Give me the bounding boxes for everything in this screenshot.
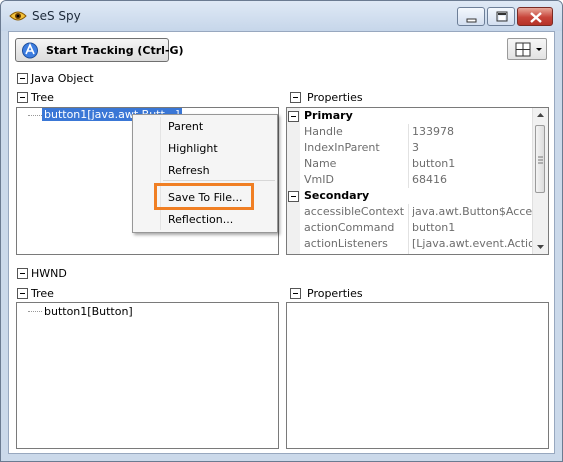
property-row[interactable]: Handle 133978 — [287, 124, 533, 140]
close-icon — [530, 12, 542, 23]
ses-spy-window: SeS Spy Start Tracking (Ctrl-G) Java Obj… — [0, 0, 563, 462]
java-tree-label: Tree — [31, 91, 54, 104]
java-properties-grid: Primary Handle 133978 IndexInParent 3 Na… — [286, 107, 549, 255]
java-object-group-label: Java Object — [31, 72, 94, 85]
window-title: SeS Spy — [32, 9, 81, 23]
hwnd-tree-panel[interactable]: button1[Button] — [16, 302, 279, 449]
scrollbar-thumb[interactable] — [535, 125, 545, 193]
menu-item-parent[interactable]: Parent — [168, 120, 203, 133]
property-row[interactable]: Name button1 — [287, 156, 533, 172]
property-row[interactable]: actionListeners [Ljava.awt.event.ActionL — [287, 236, 533, 252]
hwnd-collapse-toggle[interactable] — [17, 268, 28, 279]
client-area: Start Tracking (Ctrl-G) Java Object Tree… — [8, 31, 555, 454]
hwnd-properties-collapse-toggle[interactable] — [290, 288, 301, 299]
property-row[interactable]: VmID 68416 — [287, 172, 533, 188]
java-properties-collapse-toggle[interactable] — [290, 92, 301, 103]
category-primary[interactable]: Primary — [287, 108, 533, 124]
property-row[interactable]: actionCommand button1 — [287, 220, 533, 236]
title-bar: SeS Spy — [1, 1, 562, 31]
chevron-down-icon — [536, 48, 542, 51]
category-primary-label: Primary — [304, 109, 353, 122]
java-tree-collapse-toggle[interactable] — [17, 92, 28, 103]
start-tracking-button[interactable]: Start Tracking (Ctrl-G) — [15, 38, 184, 62]
hwnd-tree-label: Tree — [31, 287, 54, 300]
tree-connector — [28, 311, 42, 313]
properties-scrollbar[interactable] — [532, 108, 548, 254]
category-secondary[interactable]: Secondary — [287, 188, 533, 204]
menu-item-reflection[interactable]: Reflection... — [168, 213, 233, 226]
eye-icon — [9, 11, 27, 21]
property-row[interactable]: accessibleContext java.awt.Button$Access… — [287, 204, 533, 220]
hwnd-properties-label: Properties — [307, 287, 363, 300]
tree-node-button1-hwnd[interactable]: button1[Button] — [44, 305, 133, 318]
scroll-down-icon — [537, 245, 544, 249]
hwnd-properties-grid — [286, 302, 549, 449]
java-properties-label: Properties — [307, 91, 363, 104]
grid-layout-icon — [515, 42, 542, 57]
context-menu: Parent Highlight Refresh Save To File...… — [132, 114, 278, 233]
maximize-icon — [496, 11, 508, 22]
minimize-button[interactable] — [457, 7, 485, 26]
java-object-collapse-toggle[interactable] — [17, 73, 28, 84]
close-button[interactable] — [517, 7, 553, 26]
property-row[interactable]: IndexInParent 3 — [287, 140, 533, 156]
layout-dropdown-button[interactable] — [507, 38, 547, 60]
menu-item-refresh[interactable]: Refresh — [168, 164, 210, 177]
tree-connector — [28, 115, 42, 117]
start-tracking-label: Start Tracking (Ctrl-G) — [46, 44, 184, 57]
highlight-annotation-box — [154, 183, 254, 210]
primary-collapse-toggle[interactable] — [288, 111, 299, 122]
menu-item-highlight[interactable]: Highlight — [168, 142, 218, 155]
menu-separator — [163, 180, 275, 181]
scroll-up-icon — [537, 113, 544, 117]
minimize-icon — [466, 18, 477, 23]
hwnd-group-label: HWND — [31, 267, 67, 280]
category-secondary-label: Secondary — [304, 189, 370, 202]
secondary-collapse-toggle[interactable] — [288, 191, 299, 202]
maximize-button[interactable] — [487, 7, 515, 26]
tracking-icon — [22, 42, 38, 59]
hwnd-tree-collapse-toggle[interactable] — [17, 288, 28, 299]
